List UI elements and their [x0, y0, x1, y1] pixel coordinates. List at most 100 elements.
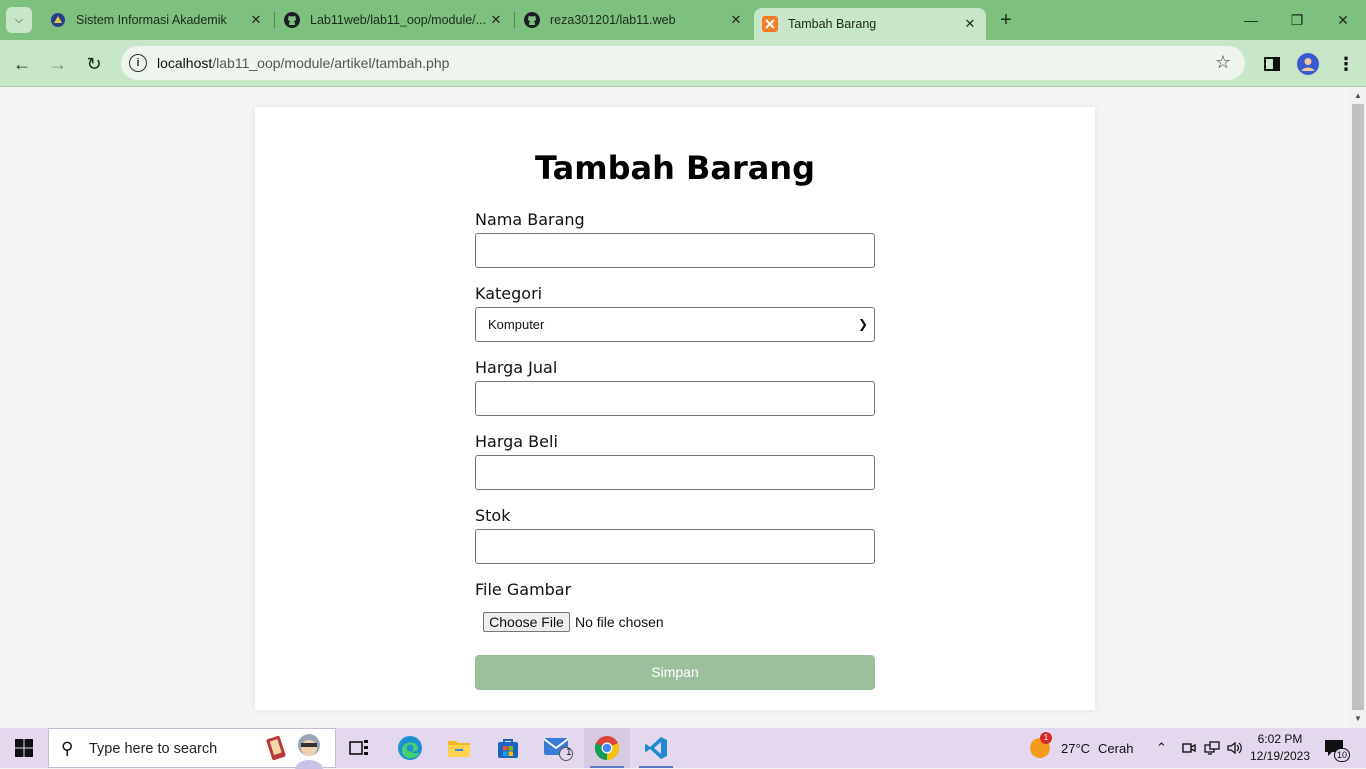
university-icon [50, 12, 66, 28]
clock-time: 6:02 PM [1257, 732, 1303, 746]
chevron-down-icon: ⌵ [14, 13, 24, 26]
search-placeholder: Type here to search [89, 741, 218, 757]
browser-tabstrip: ⌵ Sistem Informasi Akademik ✕ Lab11web/l… [0, 0, 1366, 40]
form-card: Tambah Barang Nama Barang Kategori Kompu… [255, 107, 1095, 710]
taskbar-mail[interactable]: 1 [535, 728, 581, 768]
tray-network-button[interactable] [1204, 728, 1220, 768]
scrollbar-thumb[interactable] [1352, 104, 1364, 710]
menu-button[interactable]: ⋮ [1334, 52, 1358, 76]
tab-tambah-barang[interactable]: Tambah Barang ✕ [754, 8, 986, 40]
close-window-button[interactable]: ✕ [1320, 0, 1366, 40]
taskbar-edge[interactable] [387, 728, 433, 768]
harga-jual-label: Harga Jual [475, 358, 558, 377]
windows-taskbar: ⚲ Type here to search 1 1 27°C Cerah ⌃ 6… [0, 728, 1366, 769]
notification-center-button[interactable]: 10 [1324, 728, 1350, 768]
search-highlight-illustration-icon [266, 734, 323, 769]
harga-jual-input[interactable] [475, 381, 875, 416]
tab-reza-lab11[interactable]: reza301201/lab11.web ✕ [516, 0, 752, 40]
edge-icon [398, 736, 422, 760]
back-button[interactable]: ← [8, 50, 36, 78]
restore-icon: ❐ [1290, 11, 1304, 28]
search-icon: ⚲ [61, 739, 74, 758]
tab-lab11web[interactable]: Lab11web/lab11_oop/module/... ✕ [276, 0, 512, 40]
taskbar-search-box[interactable]: ⚲ Type here to search [48, 728, 336, 769]
stok-input[interactable] [475, 529, 875, 564]
notification-count: 10 [1334, 748, 1350, 762]
nama-barang-input[interactable] [475, 233, 875, 268]
tab-search-button[interactable]: ⌵ [6, 7, 32, 33]
task-view-button[interactable] [336, 728, 382, 768]
github-icon [524, 12, 540, 28]
page-scrollbar[interactable]: ▲ ▼ [1350, 88, 1366, 728]
side-panel-button[interactable] [1260, 52, 1284, 76]
weather-desc: Cerah [1098, 740, 1134, 756]
choose-file-button[interactable]: Choose File [483, 612, 570, 632]
weather-widget[interactable]: 1 27°C Cerah [1030, 728, 1133, 768]
file-status-text: No file chosen [575, 614, 664, 630]
new-tab-button[interactable]: + [996, 8, 1016, 31]
tab-title: Tambah Barang [788, 17, 877, 31]
start-button[interactable] [0, 728, 48, 768]
vscode-icon [645, 737, 667, 759]
volume-icon [1227, 741, 1242, 755]
minimize-icon: — [1244, 12, 1258, 28]
close-icon: ✕ [1337, 11, 1349, 28]
meet-now-icon [1182, 743, 1196, 753]
mail-badge: 1 [566, 747, 572, 758]
close-icon[interactable]: ✕ [488, 12, 504, 28]
bookmark-star-icon[interactable]: ☆ [1215, 52, 1231, 73]
close-icon[interactable]: ✕ [962, 16, 978, 32]
page-viewport: Tambah Barang Nama Barang Kategori Kompu… [0, 88, 1350, 728]
clock-date: 12/19/2023 [1249, 749, 1311, 763]
kebab-menu-icon: ⋮ [1337, 53, 1355, 74]
close-icon[interactable]: ✕ [248, 12, 264, 28]
weather-badge: 1 [1040, 732, 1052, 744]
weather-sun-icon: 1 [1030, 732, 1052, 758]
forward-button[interactable]: → [44, 50, 72, 78]
network-icon [1204, 741, 1220, 755]
scroll-down-icon[interactable]: ▼ [1353, 714, 1363, 724]
tray-meet-button[interactable] [1182, 728, 1196, 768]
tab-title: Sistem Informasi Akademik [76, 13, 227, 27]
tray-volume-button[interactable] [1227, 728, 1243, 768]
restore-button[interactable]: ❐ [1274, 0, 1320, 40]
chevron-up-icon: ⌃ [1156, 740, 1167, 755]
minimize-button[interactable]: — [1228, 0, 1274, 40]
task-view-icon [349, 740, 368, 755]
reload-icon: ↻ [86, 53, 102, 74]
harga-beli-label: Harga Beli [475, 432, 558, 451]
tab-separator [514, 12, 515, 28]
reload-button[interactable]: ↻ [80, 50, 108, 78]
windows-logo-icon [15, 739, 33, 757]
taskbar-clock[interactable]: 6:02 PM 12/19/2023 [1244, 731, 1316, 765]
kategori-select[interactable]: Komputer ❯ [475, 307, 875, 342]
tab-title: reza301201/lab11.web [550, 13, 676, 27]
plus-icon: + [1000, 8, 1012, 31]
arrow-left-icon: ← [13, 53, 31, 74]
avatar [1297, 53, 1319, 75]
close-icon[interactable]: ✕ [728, 12, 744, 28]
page-title: Tambah Barang [534, 149, 816, 187]
weather-temp: 27°C [1061, 740, 1091, 756]
address-bar[interactable]: i localhost/lab11_oop/module/artikel/tam… [121, 46, 1245, 80]
profile-button[interactable] [1296, 52, 1320, 76]
simpan-button[interactable]: Simpan [475, 655, 875, 690]
kategori-label: Kategori [475, 284, 543, 303]
taskbar-vscode[interactable] [633, 728, 679, 768]
side-panel-icon [1264, 57, 1280, 71]
taskbar-file-explorer[interactable] [436, 728, 482, 768]
tray-overflow-button[interactable]: ⌃ [1156, 728, 1167, 768]
site-info-icon[interactable]: i [129, 54, 147, 72]
file-gambar-label: File Gambar [475, 580, 572, 599]
url-text: localhost/lab11_oop/module/artikel/tamba… [157, 55, 449, 71]
tab-separator [274, 12, 275, 28]
scroll-up-icon[interactable]: ▲ [1353, 91, 1363, 101]
harga-beli-input[interactable] [475, 455, 875, 490]
tab-sistem-informasi[interactable]: Sistem Informasi Akademik ✕ [42, 0, 272, 40]
taskbar-store[interactable] [485, 728, 531, 768]
browser-toolbar: ← → ↻ i localhost/lab11_oop/module/artik… [0, 40, 1366, 87]
stok-label: Stok [475, 506, 511, 525]
taskbar-chrome[interactable] [584, 728, 630, 768]
kategori-selected-value: Komputer [488, 317, 545, 332]
arrow-right-icon: → [49, 53, 67, 74]
